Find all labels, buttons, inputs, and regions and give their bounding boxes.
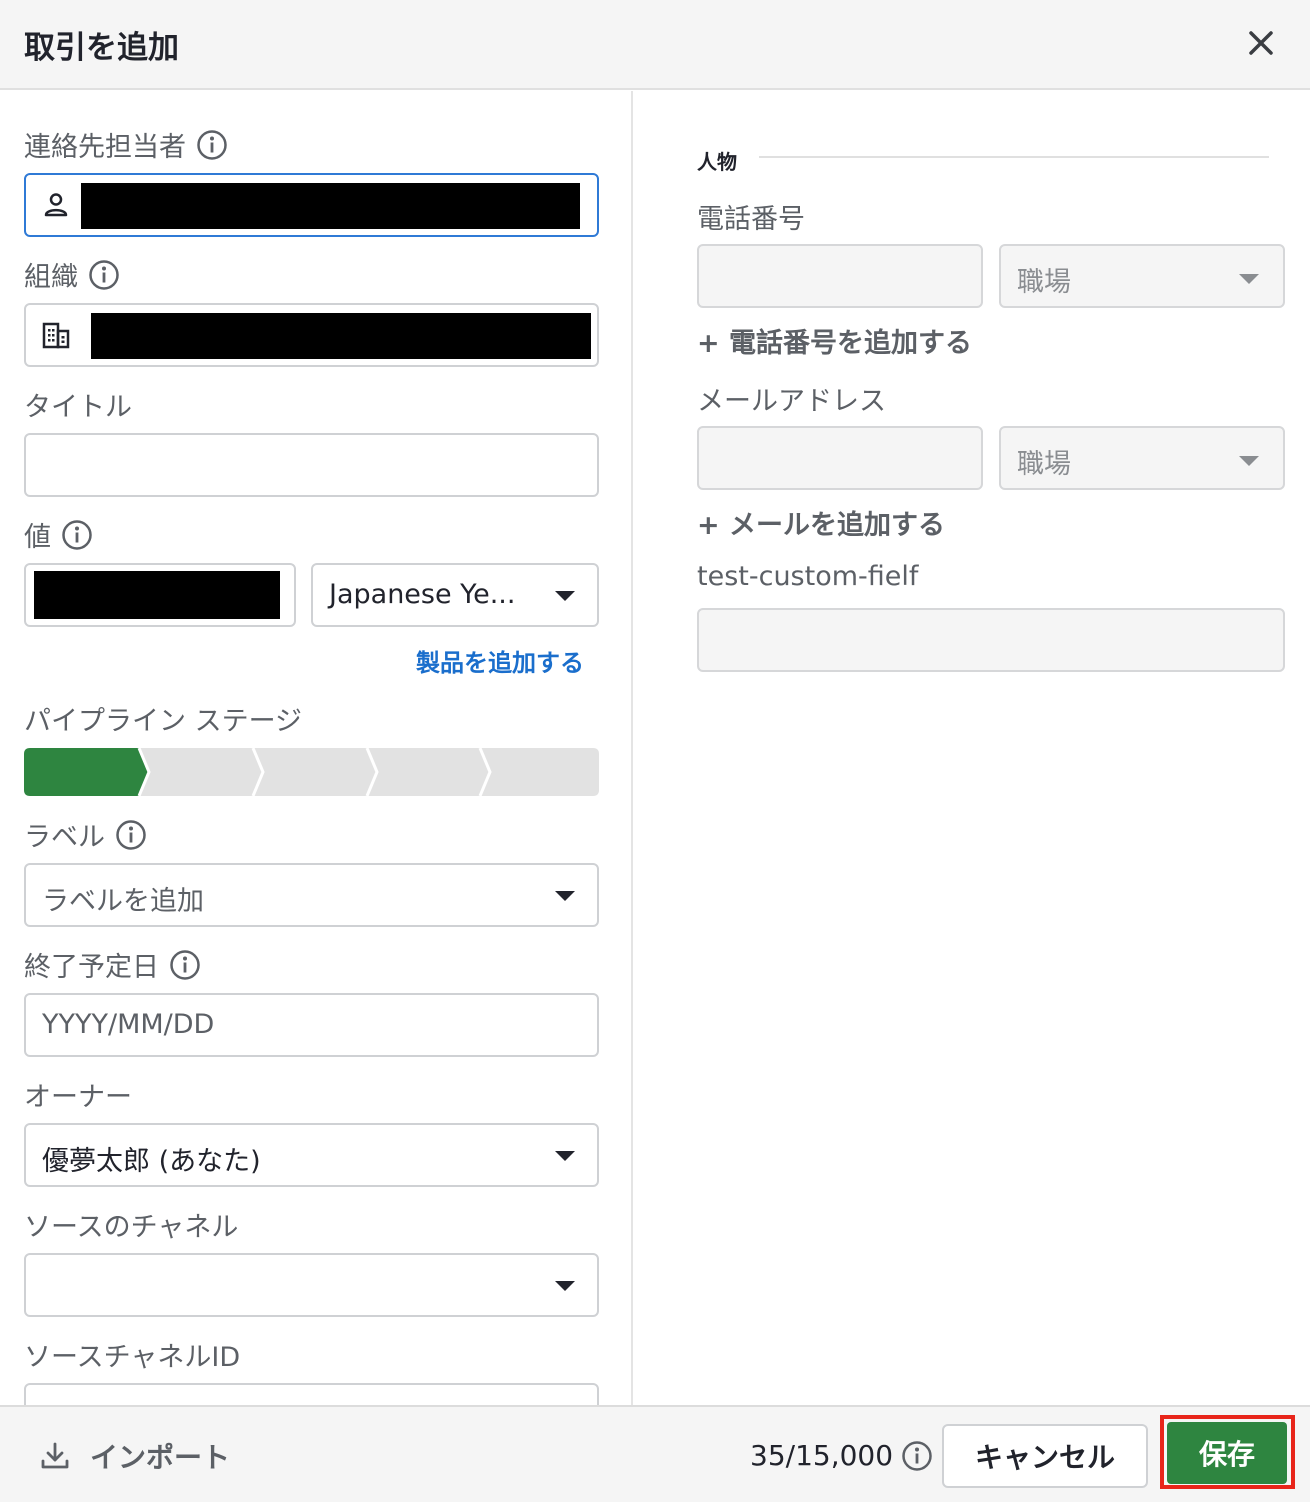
owner-select[interactable]: 優夢太郎 (あなた) (24, 1123, 599, 1187)
labels-label: ラベル (24, 822, 105, 853)
character-counter: 35/15,000 (750, 1439, 933, 1472)
labels-select[interactable]: ラベルを追加 (24, 863, 599, 927)
email-type-select[interactable]: 職場 (999, 426, 1285, 490)
info-icon[interactable] (901, 1440, 933, 1472)
phone-type-value: 職場 (1017, 267, 1071, 298)
add-product-link[interactable]: 製品を追加する (416, 643, 584, 678)
close-date-label-row: 終了予定日 (24, 945, 201, 984)
close-icon[interactable] (1240, 22, 1282, 64)
currency-value: Japanese Ye... (329, 579, 516, 610)
pipeline-stage-1[interactable] (24, 748, 149, 796)
organization-label-row: 組織 (24, 255, 120, 294)
info-icon[interactable] (88, 259, 120, 291)
redacted-organization-value (91, 313, 591, 359)
contact-person-input[interactable] (24, 173, 599, 237)
value-label: 値 (24, 522, 51, 553)
pipeline-label: パイプライン ステージ (24, 706, 303, 737)
contact-label: 連絡先担当者 (24, 132, 186, 163)
chevron-down-icon (555, 891, 575, 901)
info-icon[interactable] (61, 519, 93, 551)
cancel-button[interactable]: キャンセル (942, 1424, 1148, 1488)
counter-value: 35/15,000 (750, 1439, 894, 1472)
close-date-label: 終了予定日 (24, 952, 159, 983)
owner-value: 優夢太郎 (あなた) (42, 1146, 261, 1177)
import-button[interactable]: インポート (38, 1435, 230, 1477)
organization-input[interactable] (24, 303, 599, 367)
chevron-down-icon (555, 1281, 575, 1291)
redacted-contact-value (81, 183, 580, 229)
email-type-value: 職場 (1017, 449, 1071, 480)
email-input[interactable] (697, 426, 983, 490)
dialog-title: 取引を追加 (24, 30, 179, 66)
chevron-down-icon (1239, 274, 1259, 284)
chevron-down-icon (555, 591, 575, 601)
section-divider (759, 156, 1269, 158)
close-date-placeholder: YYYY/MM/DD (42, 1009, 215, 1040)
person-section-title: 人物 (697, 150, 737, 174)
import-label: インポート (90, 1441, 231, 1474)
value-label-row: 値 (24, 515, 93, 554)
redacted-value-amount (34, 571, 280, 619)
source-channel-select[interactable] (24, 1253, 599, 1317)
deal-form: 連絡先担当者 組織 タイトル 値 Japanese Ye... 製品を追加する … (0, 91, 632, 1405)
pipeline-stage-selector (24, 747, 599, 797)
custom-field-label: test-custom-fielf (697, 561, 919, 592)
add-email-link[interactable]: + メールを追加する (697, 503, 945, 542)
save-button[interactable]: 保存 (1167, 1422, 1287, 1484)
title-label: タイトル (24, 392, 132, 423)
person-section: 人物 電話番号 職場 + 電話番号を追加する メールアドレス 職場 + メールを… (633, 91, 1310, 1405)
source-channel-label: ソースのチャネル (24, 1212, 239, 1243)
dialog-header: 取引を追加 (0, 0, 1310, 90)
info-icon[interactable] (169, 949, 201, 981)
contact-label-row: 連絡先担当者 (24, 125, 228, 164)
pipeline-stage-5[interactable] (480, 748, 599, 796)
title-input[interactable] (24, 433, 599, 497)
currency-select[interactable]: Japanese Ye... (311, 563, 599, 627)
custom-field-input[interactable] (697, 608, 1285, 672)
labels-placeholder: ラベルを追加 (42, 886, 204, 917)
labels-label-row: ラベル (24, 815, 147, 854)
close-date-input[interactable]: YYYY/MM/DD (24, 993, 599, 1057)
add-phone-link[interactable]: + 電話番号を追加する (697, 321, 972, 360)
chevron-down-icon (1239, 456, 1259, 466)
info-icon[interactable] (196, 129, 228, 161)
download-icon (41, 1442, 69, 1469)
source-channel-id-input[interactable] (24, 1383, 599, 1405)
organization-label: 組織 (24, 262, 78, 293)
pipeline-stage-3[interactable] (253, 748, 377, 796)
pipeline-stage-4[interactable] (367, 748, 490, 796)
value-amount-input[interactable] (24, 563, 296, 627)
chevron-down-icon (555, 1151, 575, 1161)
person-icon (44, 193, 68, 217)
dialog-footer: インポート 35/15,000 キャンセル 保存 (0, 1405, 1310, 1502)
phone-type-select[interactable]: 職場 (999, 244, 1285, 308)
building-icon (42, 322, 70, 349)
pipeline-stage-2[interactable] (139, 748, 263, 796)
source-channel-id-label: ソースチャネルID (24, 1342, 241, 1373)
info-icon[interactable] (115, 819, 147, 851)
email-label: メールアドレス (697, 386, 886, 417)
owner-label: オーナー (24, 1082, 132, 1113)
phone-input[interactable] (697, 244, 983, 308)
phone-label: 電話番号 (697, 204, 805, 235)
